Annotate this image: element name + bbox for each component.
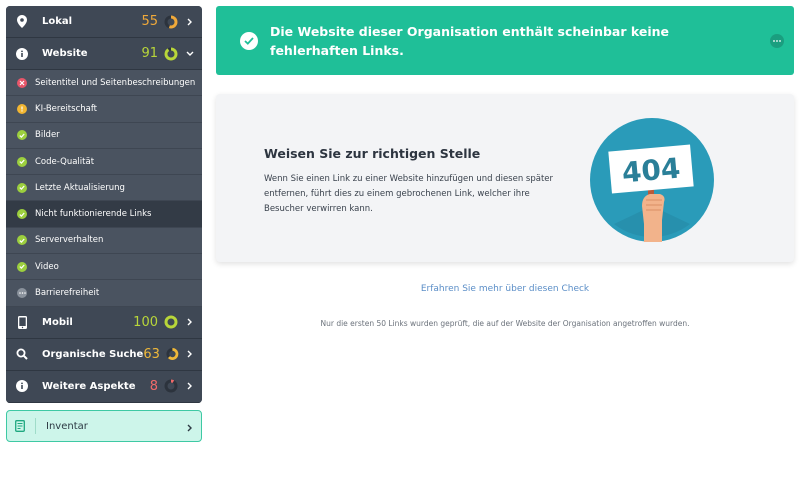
mobile-icon (16, 315, 28, 329)
illustration-text: 404 (621, 152, 682, 190)
category-label: Mobil (42, 316, 73, 328)
inventar-button[interactable]: Inventar (6, 410, 202, 442)
sidebar-category-mobil[interactable]: Mobil 100 (6, 306, 202, 339)
score-ring (164, 47, 178, 60)
check-icon (17, 261, 27, 272)
category-label: Organische Suche (42, 348, 144, 360)
check-icon (17, 235, 27, 246)
category-score: 8 (149, 378, 158, 394)
search-icon (16, 347, 28, 361)
check-circle-icon (240, 31, 258, 50)
subitem-label: Code-Qualität (35, 156, 95, 167)
page: Lokal 55 Website 91 Seitentitel und Seit… (0, 0, 800, 500)
category-score: 55 (141, 14, 158, 29)
chevron-right-icon (187, 350, 194, 358)
chevron-right-icon (186, 318, 194, 326)
location-pin-icon (16, 15, 28, 29)
score-ring (164, 379, 178, 393)
website-subitems: Seitentitel und Seitenbeschreibungen KI-… (6, 70, 202, 307)
sidebar-category-website[interactable]: Website 91 (6, 38, 202, 70)
score-ring-fill (164, 47, 178, 60)
score-ring (166, 348, 179, 361)
check-icon (17, 156, 27, 167)
subitem-letzte-aktualisierung[interactable]: Letzte Aktualisierung (6, 175, 202, 202)
divider (35, 418, 36, 434)
card-title: Weisen Sie zur richtigen Stelle (264, 146, 481, 161)
404-illustration: 404 (590, 118, 714, 242)
info-icon (16, 379, 28, 393)
document-icon (15, 419, 27, 433)
chevron-right-icon (186, 382, 194, 390)
check-icon (17, 130, 27, 141)
subitem-seitentitel[interactable]: Seitentitel und Seitenbeschreibungen (6, 70, 202, 97)
inventar-label: Inventar (46, 420, 88, 432)
subitem-label: Seitentitel und Seitenbeschreibungen (35, 77, 196, 88)
pending-icon (17, 288, 27, 299)
success-banner: Die Website dieser Organisation enthält … (216, 6, 794, 75)
error-icon (17, 77, 27, 88)
learn-more-link[interactable]: Erfahren Sie mehr über diesen Check (216, 284, 794, 294)
chevron-right-icon (186, 18, 194, 26)
score-ring (164, 15, 178, 28)
info-icon (16, 47, 28, 61)
sidebar-category-weitere-aspekte[interactable]: Weitere Aspekte 8 (6, 370, 202, 403)
subitem-bilder[interactable]: Bilder (6, 123, 202, 149)
category-score: 100 (133, 314, 158, 330)
subitem-label: Video (35, 261, 59, 272)
subitem-serververhalten[interactable]: Serververhalten (6, 228, 202, 255)
subitem-label: Bilder (35, 130, 60, 141)
subitem-ki-bereitschaft[interactable]: KI-Bereitschaft (6, 96, 202, 123)
subitem-barrierefreiheit[interactable]: Barrierefreiheit (6, 280, 202, 307)
warning-icon (17, 103, 27, 114)
subitem-code-qualitaet[interactable]: Code-Qualität (6, 149, 202, 176)
chevron-down-icon (186, 50, 194, 58)
subitem-nicht-funktionierende-links[interactable]: Nicht funktionierende Links (6, 201, 202, 228)
check-icon (17, 182, 27, 193)
score-ring-track (164, 379, 178, 393)
subitem-label: Letzte Aktualisierung (35, 182, 125, 193)
category-score: 63 (143, 346, 160, 362)
category-label: Lokal (42, 16, 73, 27)
more-options-icon[interactable] (770, 34, 784, 48)
category-score: 91 (141, 46, 158, 61)
chevron-right-icon (187, 417, 193, 436)
subitem-label: Nicht funktionierende Links (35, 209, 152, 220)
card-body: Wenn Sie einen Link zu einer Website hin… (264, 174, 554, 214)
sidebar-category-lokal[interactable]: Lokal 55 (6, 6, 202, 38)
subitem-label: Barrierefreiheit (35, 288, 100, 299)
footnote: Nur die ersten 50 Links wurden geprüft, … (320, 319, 690, 328)
check-icon (17, 209, 27, 220)
subitem-label: Serververhalten (35, 235, 104, 246)
info-card: Weisen Sie zur richtigen Stelle Wenn Sie… (216, 94, 794, 262)
category-label: Weitere Aspekte (42, 380, 136, 392)
score-ring (164, 315, 178, 329)
subitem-label: KI-Bereitschaft (35, 103, 98, 114)
sidebar: Lokal 55 Website 91 Seitentitel und Seit… (6, 6, 202, 403)
category-label: Website (42, 48, 88, 59)
sidebar-category-organische-suche[interactable]: Organische Suche 63 (6, 338, 202, 371)
subitem-video[interactable]: Video (6, 254, 202, 281)
banner-text: Die Website dieser Organisation enthält … (270, 23, 669, 58)
